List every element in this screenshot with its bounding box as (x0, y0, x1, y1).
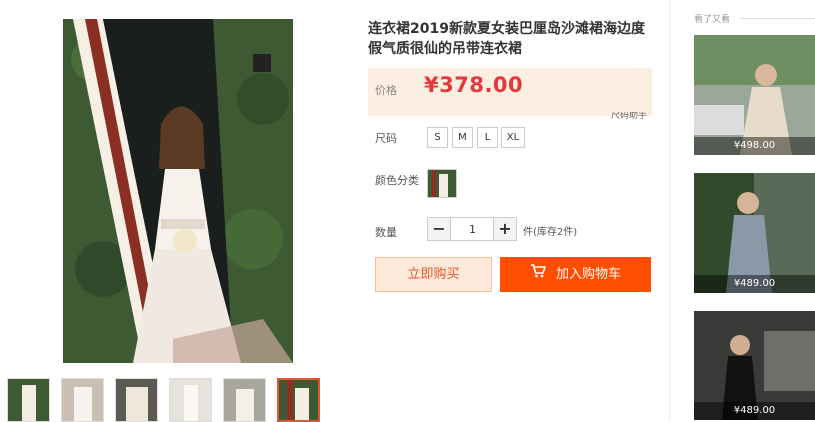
size-option-m[interactable]: M (452, 127, 473, 148)
recommend-price: ¥489.00 (694, 275, 815, 293)
color-label: 颜色分类 (375, 174, 419, 187)
quantity-increase-button[interactable]: + (493, 218, 516, 240)
quantity-label: 数量 (375, 226, 397, 239)
thumbnail[interactable] (61, 378, 104, 422)
buy-now-button[interactable]: 立即购买 (375, 257, 492, 292)
recommend-heading-line (740, 18, 815, 19)
size-label: 尺码 (375, 132, 397, 145)
recommend-price: ¥489.00 (694, 402, 815, 420)
thumbnail[interactable] (115, 378, 158, 422)
thumbnail[interactable] (223, 378, 266, 422)
thumbnail[interactable] (169, 378, 212, 422)
recommend-item[interactable]: ¥498.00 (694, 35, 815, 155)
recommend-item[interactable]: ¥489.00 (694, 173, 815, 293)
sidebar-divider (669, 0, 670, 420)
quantity-decrease-button[interactable]: − (428, 218, 451, 240)
thumbnail[interactable] (7, 378, 50, 422)
add-to-cart-button[interactable]: 加入购物车 (500, 257, 651, 292)
price-panel: 价格 ¥378.00 (368, 68, 652, 116)
recommend-price: ¥498.00 (694, 137, 815, 155)
product-title: 连衣裙2019新款夏女装巴厘岛沙滩裙海边度假气质很仙的吊带连衣裙 (368, 21, 645, 57)
recommend-heading: 看了又看 (694, 15, 731, 25)
main-product-image (63, 19, 293, 363)
size-guide-link[interactable]: 尺码助手 (611, 112, 647, 121)
add-to-cart-label: 加入购物车 (555, 267, 621, 282)
size-option-xl[interactable]: XL (501, 127, 525, 148)
quantity-input[interactable] (451, 218, 494, 240)
cart-icon (530, 257, 547, 292)
price-label: 价格 (375, 84, 397, 97)
stock-text: 件(库存2件) (523, 227, 578, 238)
color-option[interactable] (427, 169, 457, 198)
thumbnail[interactable] (277, 378, 320, 422)
recommend-item[interactable]: ¥489.00 (694, 311, 815, 420)
size-option-s[interactable]: S (427, 127, 448, 148)
price-value: ¥378.00 (424, 73, 524, 97)
size-option-l[interactable]: L (477, 127, 498, 148)
quantity-stepper: − + (427, 217, 517, 241)
